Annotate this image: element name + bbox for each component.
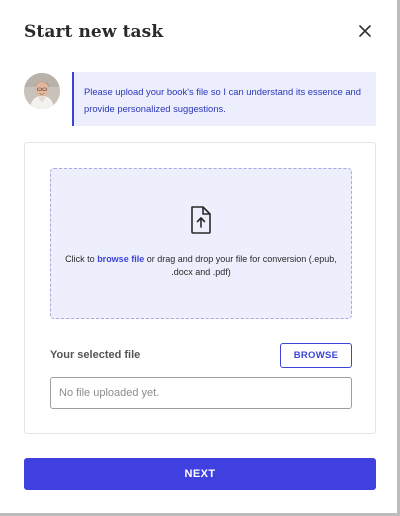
dropzone-prefix: Click to bbox=[65, 254, 98, 264]
close-button[interactable] bbox=[356, 22, 374, 40]
selected-file-field[interactable] bbox=[50, 377, 352, 409]
assistant-message-row: Please upload your book's file so I can … bbox=[24, 72, 376, 126]
assistant-message-text: Please upload your book's file so I can … bbox=[84, 86, 361, 114]
user-photo-icon bbox=[24, 73, 60, 109]
assistant-message-bubble: Please upload your book's file so I can … bbox=[72, 72, 376, 126]
browse-file-link[interactable]: browse file bbox=[97, 254, 144, 264]
dropzone-instructions: Click to browse file or drag and drop yo… bbox=[61, 253, 341, 279]
browse-button[interactable]: BROWSE bbox=[280, 343, 352, 368]
dialog-title: Start new task bbox=[24, 22, 164, 42]
dropzone-suffix: or drag and drop your file for conversio… bbox=[144, 254, 337, 277]
avatar bbox=[24, 73, 60, 109]
file-dropzone[interactable]: Click to browse file or drag and drop yo… bbox=[50, 168, 352, 319]
upload-card: Click to browse file or drag and drop yo… bbox=[24, 142, 376, 434]
next-button[interactable]: NEXT bbox=[24, 458, 376, 490]
close-icon bbox=[359, 25, 371, 37]
dialog-header: Start new task bbox=[24, 22, 376, 52]
file-upload-icon bbox=[189, 205, 213, 235]
selected-file-label: Your selected file bbox=[50, 349, 141, 361]
